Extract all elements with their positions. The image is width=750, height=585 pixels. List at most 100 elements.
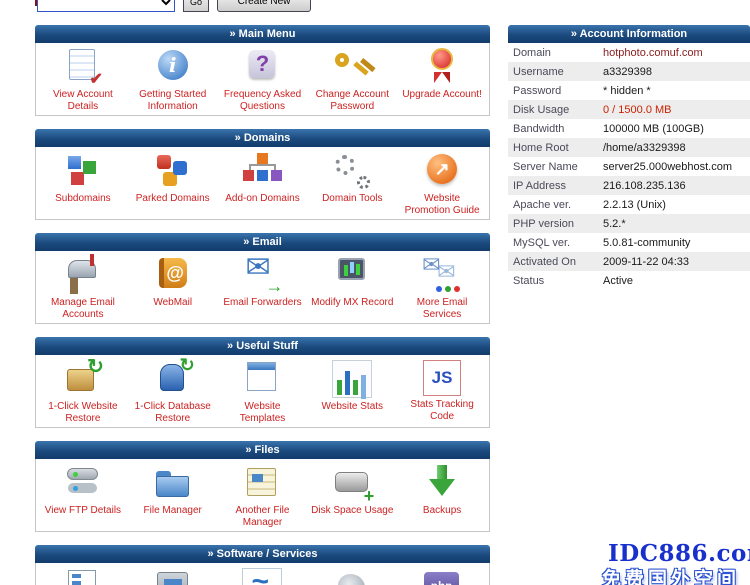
keys-icon: [330, 48, 374, 86]
menu-item-label: Parked Domains: [128, 193, 218, 205]
backup-icon: [420, 464, 464, 502]
menu-item-upgrade-account[interactable]: Upgrade Account!: [397, 48, 487, 112]
menu-item-website-templates[interactable]: Website Templates: [218, 360, 308, 424]
menu-item-label: WebMail: [128, 297, 218, 309]
menu-item-another-file-manager[interactable]: Another File Manager: [218, 464, 308, 528]
menu-item-dolphin-icon[interactable]: [218, 568, 308, 585]
menu-item-domain-tools[interactable]: Domain Tools: [307, 152, 397, 216]
section-header: » Software / Services: [35, 545, 490, 563]
menu-item-subdomains[interactable]: Subdomains: [38, 152, 128, 216]
account-info-label: MySQL ver.: [508, 237, 603, 249]
menu-item-swan-icon[interactable]: [307, 568, 397, 585]
account-info-row: Usernamea3329398: [508, 62, 750, 81]
quick-jump-select[interactable]: [37, 0, 175, 12]
create-new-button[interactable]: Create New: [217, 0, 311, 12]
menu-item-label: Website Templates: [218, 401, 308, 424]
menu-item-label: Modify MX Record: [307, 297, 397, 309]
menu-item-parked-domains[interactable]: Parked Domains: [128, 152, 218, 216]
menu-item-app-window-icon[interactable]: [38, 568, 128, 585]
menu-item-1-click-database-restore[interactable]: 1-Click Database Restore: [128, 360, 218, 424]
account-info-header: » Account Information: [508, 25, 750, 43]
account-info-row: StatusActive: [508, 271, 750, 290]
account-info-label: Activated On: [508, 256, 603, 268]
menu-item-more-email-services[interactable]: More Email Services: [397, 256, 487, 320]
menu-item-change-account-password[interactable]: Change Account Password: [307, 48, 397, 112]
gears-icon: [330, 152, 374, 190]
section-box: Manage Email AccountsWebMailEmail Forwar…: [35, 251, 490, 324]
section-header: » Domains: [35, 129, 490, 147]
account-info-row: Activated On2009-11-22 04:33: [508, 252, 750, 271]
account-info-value: server25.000webhost.com: [603, 161, 732, 173]
menu-item-getting-started-information[interactable]: Getting Started Information: [128, 48, 218, 112]
menu-item-label: Frequency Asked Questions: [218, 89, 308, 112]
account-info-value: 5.0.81-community: [603, 237, 690, 249]
menu-item-package-icon[interactable]: [128, 568, 218, 585]
account-info-row: Apache ver.2.2.13 (Unix): [508, 195, 750, 214]
more-email-icon: [420, 256, 464, 294]
menu-item-view-account-details[interactable]: View Account Details: [38, 48, 128, 112]
ribbon-icon: [420, 48, 464, 86]
menu-item-add-on-domains[interactable]: Add-on Domains: [218, 152, 308, 216]
menu-item-label: Upgrade Account!: [397, 89, 487, 101]
menu-item-disk-space-usage[interactable]: Disk Space Usage: [307, 464, 397, 528]
menu-item-label: Email Forwarders: [218, 297, 308, 309]
section-software-services: » Software / Services: [35, 545, 490, 585]
account-info-label: Domain: [508, 47, 603, 59]
menu-item-view-ftp-details[interactable]: View FTP Details: [38, 464, 128, 528]
menu-item-file-manager[interactable]: File Manager: [128, 464, 218, 528]
menu-item-label: More Email Services: [397, 297, 487, 320]
menu-item-email-forwarders[interactable]: Email Forwarders: [218, 256, 308, 320]
account-info-value: Active: [603, 275, 633, 287]
js-icon: [423, 360, 461, 396]
templates-icon: [240, 360, 284, 398]
menu-item-website-stats[interactable]: Website Stats: [307, 360, 397, 424]
menu-item-stats-tracking-code[interactable]: Stats Tracking Code: [397, 360, 487, 424]
menu-item-label: 1-Click Website Restore: [38, 401, 128, 424]
menu-item-label: Getting Started Information: [128, 89, 218, 112]
watermark-text: IDC886.com: [608, 540, 750, 567]
menu-item-label: Subdomains: [38, 193, 128, 205]
sections: » Main Menu View Account DetailsGetting S…: [35, 25, 490, 585]
section-header: » Main Menu: [35, 25, 490, 43]
ftp-icon: [61, 464, 105, 502]
stats-icon: [332, 360, 372, 398]
control-panel-page: Go Create New » Main Menu View Account De…: [0, 0, 750, 585]
account-info-row: IP Address216.108.235.136: [508, 176, 750, 195]
account-info-label: Home Root: [508, 142, 603, 154]
menu-item-label: 1-Click Database Restore: [128, 401, 218, 424]
menu-item-backups[interactable]: Backups: [397, 464, 487, 528]
menu-item-manage-email-accounts[interactable]: Manage Email Accounts: [38, 256, 128, 320]
section-useful-stuff: » Useful Stuff1-Click Website Restore1-C…: [35, 337, 490, 428]
db-restore-icon: [151, 360, 195, 398]
network-icon: [240, 152, 284, 190]
menu-item-label: Disk Space Usage: [307, 505, 397, 517]
folder-icon: [151, 464, 195, 502]
section-box: SubdomainsParked DomainsAdd-on DomainsDo…: [35, 147, 490, 220]
swan-icon: [330, 568, 374, 585]
menu-item-frequency-asked-questions[interactable]: Frequency Asked Questions: [218, 48, 308, 112]
menu-item-1-click-website-restore[interactable]: 1-Click Website Restore: [38, 360, 128, 424]
php-icon: [420, 568, 464, 585]
section-main-menu: » Main Menu View Account DetailsGetting S…: [35, 25, 490, 116]
menu-item-website-promotion-guide[interactable]: Website Promotion Guide: [397, 152, 487, 216]
info-icon: [151, 48, 195, 86]
menu-item-label: View Account Details: [38, 89, 128, 112]
menu-item-modify-mx-record[interactable]: Modify MX Record: [307, 256, 397, 320]
question-icon: [240, 48, 284, 86]
disk-icon: [330, 464, 374, 502]
forward-icon: [240, 256, 284, 294]
menu-item-php-icon[interactable]: [397, 568, 487, 585]
section-email: » EmailManage Email AccountsWebMailEmail…: [35, 233, 490, 324]
account-info-value: 216.108.235.136: [603, 180, 686, 192]
go-button[interactable]: Go: [183, 0, 209, 12]
account-info-row: Home Root/home/a3329398: [508, 138, 750, 157]
menu-item-label: Manage Email Accounts: [38, 297, 128, 320]
account-info-row: Bandwidth100000 MB (100GB): [508, 119, 750, 138]
account-info-panel: » Account Information Domainhotphoto.com…: [508, 25, 750, 290]
section-header: » Files: [35, 441, 490, 459]
account-info-label: Apache ver.: [508, 199, 603, 211]
menu-item-webmail[interactable]: WebMail: [128, 256, 218, 320]
section-box: 1-Click Website Restore1-Click Database …: [35, 355, 490, 428]
account-info-label: Password: [508, 85, 603, 97]
account-info-label: Disk Usage: [508, 104, 603, 116]
